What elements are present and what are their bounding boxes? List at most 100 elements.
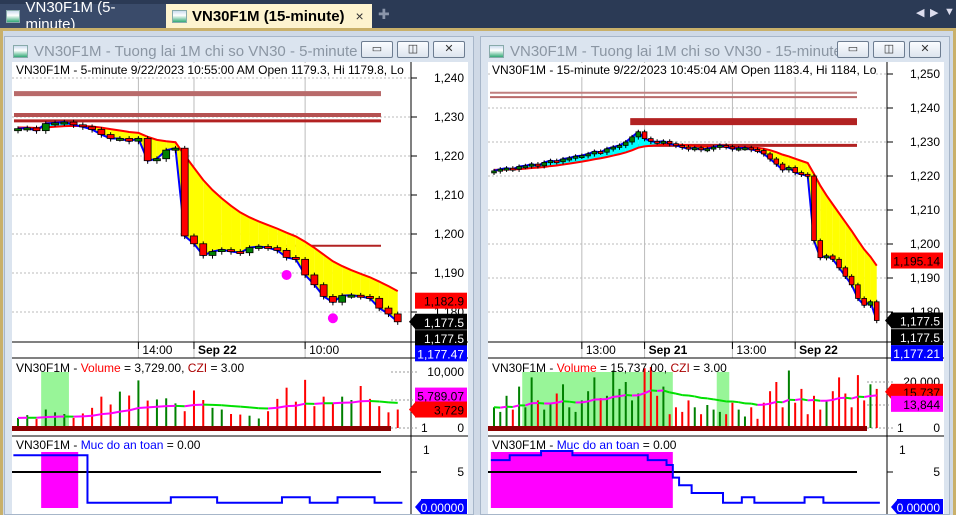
candle xyxy=(310,274,319,286)
candle xyxy=(528,163,535,167)
volume-average-line xyxy=(36,416,46,419)
candle xyxy=(88,126,96,130)
czi-value: = 3.00 xyxy=(207,361,245,375)
chart-area[interactable]: 1,250 1,240 1,230 1,220 1,210 1,200 1,190 1,180… xyxy=(488,62,944,514)
time-label: Sep 21 xyxy=(649,343,688,357)
volume-average-line xyxy=(128,407,139,412)
ohlc-info: VN30F1M - 5-minute 9/22/2023 10:55:00 AM… xyxy=(16,63,404,77)
close-button[interactable]: ✕ xyxy=(909,41,941,58)
price-panel-header: VN30F1M - 5-minute 9/22/2023 10:55:00 AM… xyxy=(16,63,404,77)
chart-window-15-minute: VN30F1M - Tuong lai 1M chi so VN30 - 15-… xyxy=(480,36,950,515)
czi-value: = 3.00 xyxy=(689,361,727,375)
price-tick-label: 1,240 xyxy=(910,101,940,115)
volume-average-line xyxy=(864,394,871,398)
volume-tick-label: 1 xyxy=(897,421,904,435)
candle xyxy=(754,149,761,152)
scroll-left-icon[interactable]: ◀ xyxy=(916,6,924,19)
volume-tick-label: 1 xyxy=(421,421,428,435)
candle xyxy=(41,123,50,132)
signal-dot xyxy=(281,269,292,280)
cloud-fill xyxy=(826,195,833,260)
candle xyxy=(735,147,742,151)
candle xyxy=(710,146,717,150)
chart-area[interactable]: 1,240 1,230 1,220 1,210 1,200 1,190 1,180 14:00… xyxy=(12,62,468,514)
candle xyxy=(623,141,629,146)
volume-average-line xyxy=(763,402,771,406)
volume-average-line xyxy=(332,401,343,405)
candle xyxy=(855,284,861,299)
safety-block xyxy=(490,452,673,508)
candle xyxy=(535,163,541,167)
candle xyxy=(510,167,516,171)
time-label: Sep 22 xyxy=(799,343,838,357)
candle xyxy=(516,166,522,170)
candle xyxy=(861,297,867,306)
tab-5-minute[interactable]: VN30F1M (5-minute) xyxy=(0,0,166,33)
candle xyxy=(767,153,773,160)
volume-average-line xyxy=(230,404,241,408)
cloud-fill xyxy=(240,212,250,253)
volume-average-line xyxy=(119,409,130,413)
volume-average-line xyxy=(82,414,93,418)
close-button[interactable]: ✕ xyxy=(433,41,465,58)
candle xyxy=(254,246,263,249)
candle xyxy=(666,140,673,145)
candle xyxy=(629,136,635,143)
close-tab-icon[interactable]: × xyxy=(356,8,364,24)
price-panel-header: VN30F1M - 15-minute 9/22/2023 10:45:04 A… xyxy=(492,63,877,77)
volume-tick-label: 0 xyxy=(457,421,464,435)
volume-average-line xyxy=(700,396,708,400)
price-tick-label: 1,210 xyxy=(434,188,464,202)
volume-label: 3,729 xyxy=(434,404,464,418)
candle xyxy=(338,295,347,303)
candle xyxy=(366,295,374,299)
candle xyxy=(264,246,272,249)
window-title-bar[interactable]: VN30F1M - Tuong lai 1M chi so VN30 - 5-m… xyxy=(13,41,357,61)
volume-label: 13,844 xyxy=(903,398,940,412)
time-label: 14:00 xyxy=(142,343,172,357)
time-label: 13:00 xyxy=(586,343,616,357)
chart-icon xyxy=(489,44,504,58)
candle xyxy=(579,155,585,158)
window-title-bar[interactable]: VN30F1M - Tuong lai 1M chi so VN30 - 15-… xyxy=(489,41,842,61)
minimize-button[interactable]: ▭ xyxy=(837,41,869,58)
volume-tick-label: 0 xyxy=(933,421,940,435)
safety-block xyxy=(41,452,79,508)
candle xyxy=(591,151,598,155)
candle xyxy=(125,138,134,142)
tab-list-icon[interactable]: ▼ xyxy=(944,6,955,18)
minimize-button[interactable]: ▭ xyxy=(361,41,393,58)
candle xyxy=(641,131,648,140)
volume-label-pointer xyxy=(409,402,415,417)
restore-button[interactable]: ◫ xyxy=(397,41,429,58)
cloud-fill xyxy=(212,190,222,252)
price-tick-label: 1,200 xyxy=(434,227,464,241)
candle xyxy=(742,147,748,151)
volume-average-line xyxy=(550,401,557,405)
safety-value-label: 0.00000 xyxy=(897,501,941,514)
candle xyxy=(180,147,189,237)
volume-label: Volume xyxy=(556,361,597,375)
tab-15-minute[interactable]: VN30F1M (15-minute) × xyxy=(166,4,372,28)
safety-tick-label: 5 xyxy=(933,465,940,479)
candle xyxy=(779,163,786,171)
scroll-right-icon[interactable]: ▶ xyxy=(930,6,938,19)
add-tab-icon[interactable]: ✚ xyxy=(378,6,390,23)
volume-average-line xyxy=(314,402,324,405)
volume-average-line xyxy=(801,398,808,402)
candle xyxy=(78,124,87,128)
candle xyxy=(723,145,729,148)
candle xyxy=(541,162,547,167)
volume-average-line xyxy=(240,405,250,409)
symbol: VN30F1M - xyxy=(492,361,557,375)
volume-average-line xyxy=(675,392,683,397)
chart-icon xyxy=(6,9,21,23)
volume-average-line xyxy=(669,391,677,395)
restore-button[interactable]: ◫ xyxy=(873,41,905,58)
candle xyxy=(522,165,529,169)
volume-average-line xyxy=(156,405,167,408)
safety-tick-label: 1 xyxy=(899,443,906,457)
candle xyxy=(585,153,591,157)
candle xyxy=(32,127,41,132)
volume-average-line xyxy=(845,396,852,400)
